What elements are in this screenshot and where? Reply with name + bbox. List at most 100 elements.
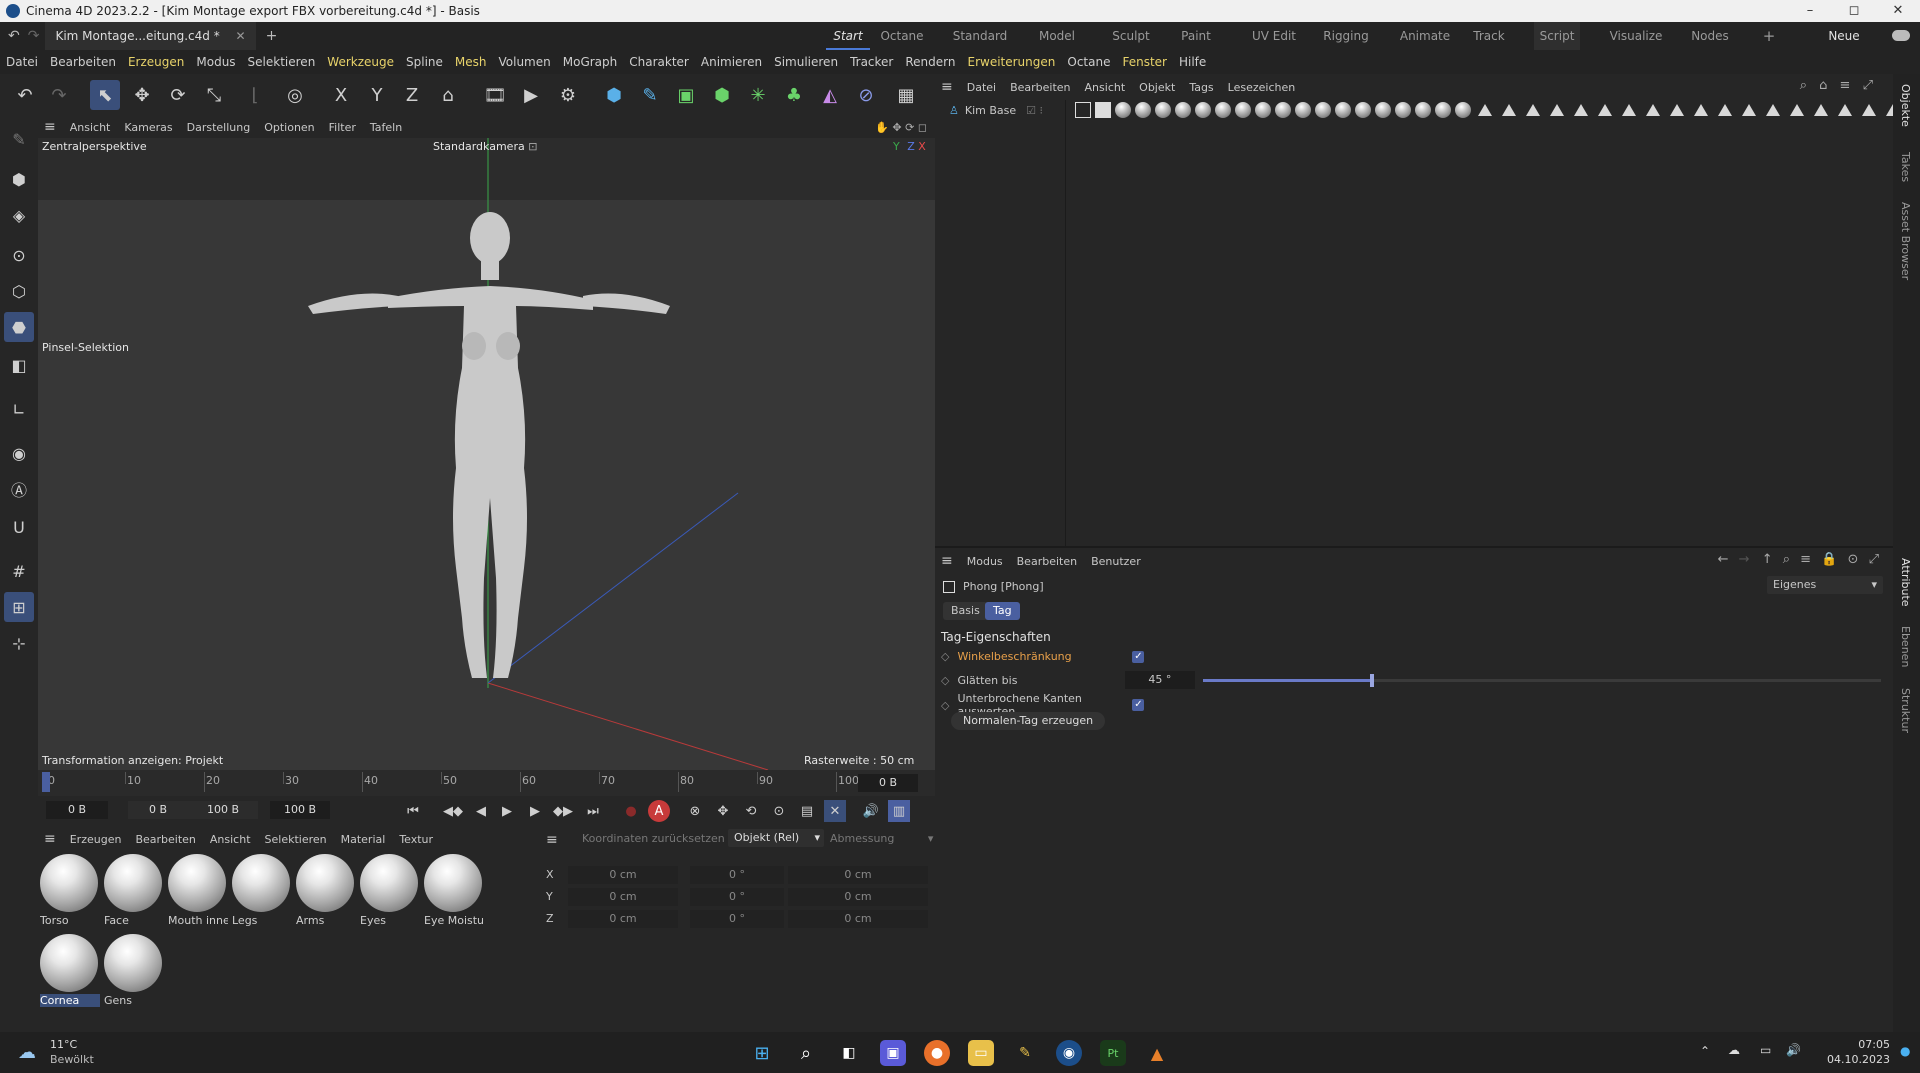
spline-pen-icon[interactable]: ✎: [635, 80, 665, 110]
menu-item-mograph[interactable]: MoGraph: [563, 55, 618, 69]
material-tag-icon[interactable]: [1435, 102, 1451, 118]
tab-objects[interactable]: Objekte: [1899, 84, 1912, 127]
menu-item-charakter[interactable]: Charakter: [629, 55, 689, 69]
play-icon[interactable]: ▶: [496, 800, 518, 822]
phong-tag-icon[interactable]: [1075, 102, 1091, 118]
layout-tab-sculpt[interactable]: Sculpt: [1106, 22, 1156, 50]
object-menu-ansicht[interactable]: Ansicht: [1085, 81, 1126, 94]
menu-item-bearbeiten[interactable]: Bearbeiten: [50, 55, 116, 69]
menu-item-spline[interactable]: Spline: [406, 55, 443, 69]
cinema4d-taskbar-icon[interactable]: ◉: [1056, 1040, 1082, 1066]
layout-tab-model[interactable]: Model: [1034, 22, 1080, 50]
reset-coordinates-button[interactable]: Koordinaten zurücksetzen: [582, 832, 725, 845]
weather-icon[interactable]: ☁: [18, 1042, 36, 1063]
selection-tag-icon[interactable]: [1478, 104, 1492, 116]
camera-label[interactable]: Standardkamera ⊡: [433, 140, 537, 153]
filter-icon[interactable]: ≡: [1840, 78, 1851, 93]
smoothing-value-field[interactable]: 45 °: [1125, 671, 1195, 689]
material-menu-bearbeiten[interactable]: Bearbeiten: [135, 833, 195, 846]
key-scale-icon[interactable]: ⊙: [768, 800, 790, 822]
previous-frame-icon[interactable]: ◀: [470, 800, 492, 822]
workplane-icon[interactable]: ⊞: [4, 592, 34, 622]
material-swatch[interactable]: Face: [104, 854, 164, 930]
menu-item-hilfe[interactable]: Hilfe: [1179, 55, 1206, 69]
menu-item-modus[interactable]: Modus: [196, 55, 235, 69]
menu-item-octane[interactable]: Octane: [1067, 55, 1110, 69]
tab-structure[interactable]: Struktur: [1899, 688, 1912, 733]
viewport-menu-kameras[interactable]: Kameras: [124, 121, 172, 134]
smoothing-slider-track[interactable]: [1202, 673, 1881, 687]
coordinate-size-field[interactable]: 0 cm: [788, 888, 928, 906]
file-explorer-icon[interactable]: ▭: [968, 1040, 994, 1066]
tab-layers[interactable]: Ebenen: [1899, 626, 1912, 667]
expand-icon[interactable]: ⤢: [1863, 78, 1873, 93]
angle-limit-checkbox[interactable]: ✓: [1132, 650, 1145, 663]
axis-mode-icon[interactable]: ∟: [4, 394, 34, 424]
material-swatch[interactable]: Eye Moistur: [424, 854, 484, 930]
floor-icon[interactable]: ▦: [891, 80, 921, 110]
back-arrow-icon[interactable]: ←: [1718, 552, 1729, 567]
key-position-icon[interactable]: ✥: [712, 800, 734, 822]
tab-attributes[interactable]: Attribute: [1899, 558, 1912, 607]
material-swatch[interactable]: Mouth inne: [168, 854, 228, 930]
selection-tag-icon[interactable]: [1694, 104, 1708, 116]
sound-icon[interactable]: 🔊: [860, 800, 882, 822]
clock-time[interactable]: 07:05: [1830, 1038, 1890, 1051]
material-tag-icon[interactable]: [1355, 102, 1371, 118]
render-view-icon[interactable]: 🎞: [480, 80, 510, 110]
layout-tab-script[interactable]: Script: [1534, 22, 1580, 50]
layout-tab-uv-edit[interactable]: UV Edit: [1246, 22, 1302, 50]
text-snap-icon[interactable]: ⊹: [4, 628, 34, 658]
forward-arrow-icon[interactable]: →: [1739, 552, 1750, 567]
material-menu-ansicht[interactable]: Ansicht: [210, 833, 251, 846]
undo-icon[interactable]: ↶: [8, 28, 20, 44]
tool-app-icon[interactable]: ✎: [1012, 1040, 1038, 1066]
viewport-menu-ansicht[interactable]: Ansicht: [70, 121, 111, 134]
timeline-mode-icon[interactable]: ▥: [888, 800, 910, 822]
material-tag-icon[interactable]: [1275, 102, 1291, 118]
material-tag-icon[interactable]: [1375, 102, 1391, 118]
deformer-icon[interactable]: ◭: [815, 80, 845, 110]
redo-button[interactable]: ↷: [44, 80, 74, 110]
close-button[interactable]: ✕: [1876, 0, 1920, 22]
coordinate-size-field[interactable]: 0 cm: [788, 910, 928, 928]
selection-tag-icon[interactable]: [1862, 104, 1876, 116]
undo-button[interactable]: ↶: [10, 80, 40, 110]
keyframe-diamond-icon[interactable]: ◇: [941, 699, 949, 712]
object-hamburger-icon[interactable]: ≡: [941, 79, 953, 95]
coordinate-pos-field[interactable]: 0 cm: [568, 888, 678, 906]
menu-item-rendern[interactable]: Rendern: [905, 55, 955, 69]
edge-mode-icon[interactable]: ⬡: [4, 276, 34, 306]
material-tag-icon[interactable]: [1115, 102, 1131, 118]
broken-edges-checkbox[interactable]: ✓: [1132, 699, 1145, 711]
size-mode-select[interactable]: Abmessung ▾: [830, 832, 933, 845]
object-mode-icon[interactable]: ◈: [4, 200, 34, 230]
search-icon[interactable]: ⌕: [1800, 78, 1807, 93]
attr-menu-bearbeiten[interactable]: Bearbeiten: [1017, 555, 1077, 568]
material-menu-erzeugen[interactable]: Erzeugen: [70, 833, 122, 846]
solo-icon[interactable]: ◉: [4, 438, 34, 468]
add-layout-button[interactable]: +: [1762, 22, 1776, 50]
expand-icon[interactable]: ⤢: [1869, 552, 1879, 567]
onedrive-icon[interactable]: ☁: [1728, 1043, 1740, 1057]
mograph-icon[interactable]: ♣: [779, 80, 809, 110]
viewport-hamburger-icon[interactable]: ≡: [44, 119, 56, 135]
new-layouts-label[interactable]: Neue Layouts: [1804, 22, 1884, 71]
menu-item-selektieren[interactable]: Selektieren: [248, 55, 316, 69]
brush-icon[interactable]: ✎: [4, 124, 34, 154]
menu-item-tracker[interactable]: Tracker: [850, 55, 893, 69]
cube-icon[interactable]: ⬢: [599, 80, 629, 110]
viewport-3d[interactable]: Zentralperspektive Standardkamera ⊡ Y Z …: [38, 138, 935, 770]
tab-basis[interactable]: Basis: [943, 602, 988, 620]
maximize-button[interactable]: ◻: [1832, 0, 1876, 22]
material-tag-icon[interactable]: [1315, 102, 1331, 118]
viewport-menu-darstellung[interactable]: Darstellung: [187, 121, 251, 134]
object-row[interactable]: ♙ Kim Base ☑ ⁝: [949, 104, 1043, 117]
smoothing-slider-handle[interactable]: [1370, 673, 1375, 687]
teams-icon[interactable]: ▣: [880, 1040, 906, 1066]
add-tab-button[interactable]: +: [266, 28, 278, 44]
visibility-dots-icon[interactable]: ☑ ⁝: [1026, 104, 1043, 117]
document-tab[interactable]: Kim Montage...eitung.c4d * ✕: [45, 22, 256, 50]
selection-tag-icon[interactable]: [1718, 104, 1732, 116]
menu-item-datei[interactable]: Datei: [6, 55, 38, 69]
